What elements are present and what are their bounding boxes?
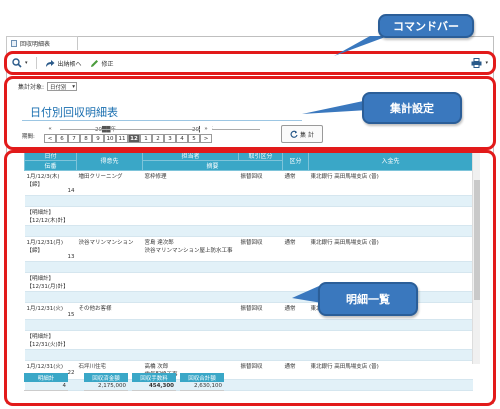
callout-command-bar: コマンドバー <box>378 14 474 38</box>
callout-settings: 集計設定 <box>362 92 462 124</box>
tab-label: 回収明細表 <box>20 41 51 48</box>
callout-detail: 明細一覧 <box>318 282 418 316</box>
callout-pointer-command <box>334 36 388 56</box>
detail-highlight <box>4 150 496 406</box>
command-bar-highlight <box>4 51 496 75</box>
tab-collection-detail[interactable]: 回収明細表 <box>6 36 78 50</box>
screen: 回収明細表 ▾ 出納帳へ 修正 ▾ 集計対象: 日付別 ▾ 日付別回収明細表 20… <box>0 0 500 409</box>
document-icon <box>11 40 17 47</box>
callout-pointer-settings <box>302 100 368 114</box>
